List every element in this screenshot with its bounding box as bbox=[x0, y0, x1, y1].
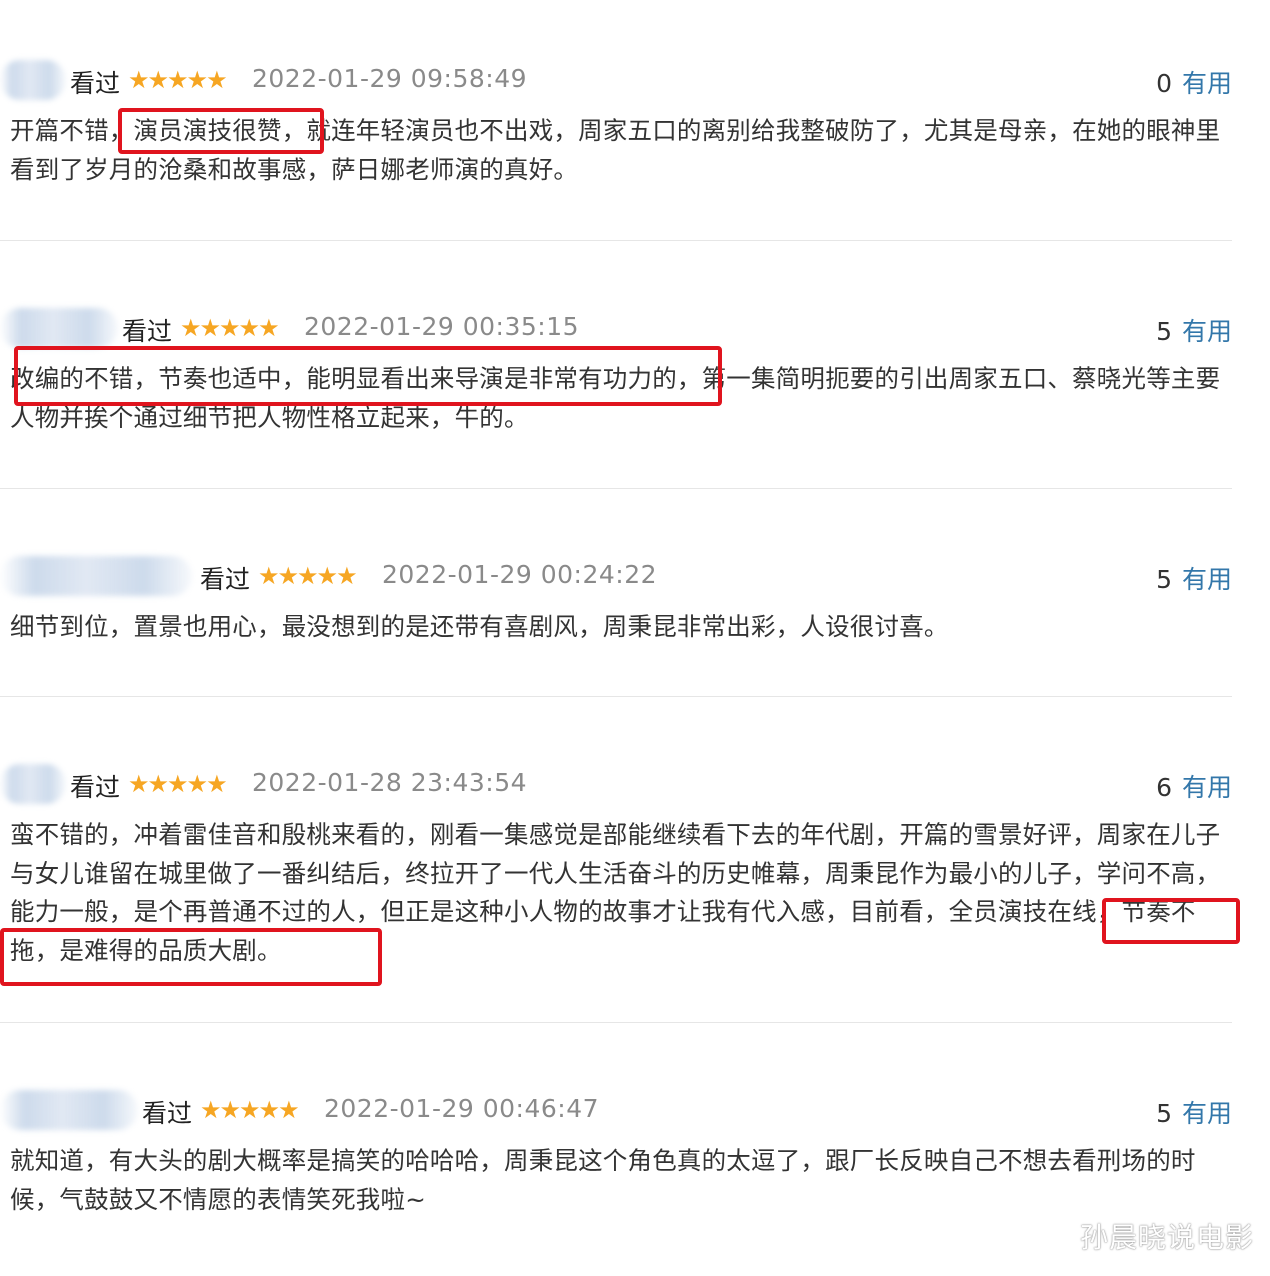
blurred-username bbox=[0, 556, 192, 596]
useful-vote[interactable]: 5 有用 bbox=[1156, 312, 1232, 348]
review-header: 看过 ★★★★★ 2022-01-29 00:35:15 5 有用 bbox=[0, 308, 1232, 348]
rating-stars-icon: ★★★★★ bbox=[258, 562, 358, 590]
useful-vote[interactable]: 6 有用 bbox=[1156, 768, 1232, 804]
review-date: 2022-01-29 00:35:15 bbox=[304, 312, 580, 341]
review-date: 2022-01-29 09:58:49 bbox=[252, 64, 528, 93]
review-text: 细节到位，置景也用心，最没想到的是还带有喜剧风，周秉昆非常出彩，人设很讨喜。 bbox=[10, 612, 949, 641]
review-date: 2022-01-29 00:46:47 bbox=[324, 1094, 600, 1123]
watch-status: 看过 bbox=[70, 69, 121, 98]
blurred-username bbox=[0, 308, 118, 348]
watch-status: 看过 bbox=[122, 317, 173, 346]
rating-stars-icon: ★★★★★ bbox=[128, 66, 228, 94]
divider bbox=[0, 1022, 1232, 1023]
rating-stars-icon: ★★★★★ bbox=[128, 770, 228, 798]
useful-count: 5 bbox=[1156, 1099, 1172, 1128]
highlight-box bbox=[14, 346, 722, 406]
useful-vote[interactable]: 5 有用 bbox=[1156, 1094, 1232, 1130]
useful-count: 0 bbox=[1156, 69, 1172, 98]
review-date: 2022-01-29 00:24:22 bbox=[382, 560, 658, 589]
watch-status: 看过 bbox=[200, 565, 251, 594]
watermark: 孙晨晓说电影 bbox=[1079, 1221, 1254, 1254]
highlight-box bbox=[0, 928, 382, 986]
useful-count: 6 bbox=[1156, 773, 1172, 802]
useful-button[interactable]: 有用 bbox=[1182, 565, 1232, 594]
review-header: 看过 ★★★★★ 2022-01-29 00:46:47 5 有用 bbox=[0, 1090, 1232, 1130]
review-header: 看过 ★★★★★ 2022-01-28 23:43:54 6 有用 bbox=[0, 764, 1232, 804]
divider bbox=[0, 696, 1232, 697]
review-header: 看过 ★★★★★ 2022-01-29 09:58:49 0 有用 bbox=[0, 60, 1232, 100]
useful-button[interactable]: 有用 bbox=[1182, 317, 1232, 346]
review-header: 看过 ★★★★★ 2022-01-29 00:24:22 5 有用 bbox=[0, 556, 1232, 596]
useful-vote[interactable]: 0 有用 bbox=[1156, 64, 1232, 100]
useful-button[interactable]: 有用 bbox=[1182, 773, 1232, 802]
useful-count: 5 bbox=[1156, 565, 1172, 594]
divider bbox=[0, 240, 1232, 241]
review-text: 就知道，有大头的剧大概率是搞笑的哈哈哈，周秉昆这个角色真的太逗了，跟厂长反映自己… bbox=[10, 1146, 1196, 1214]
blurred-username bbox=[0, 1090, 138, 1130]
rating-stars-icon: ★★★★★ bbox=[180, 314, 280, 342]
rating-stars-icon: ★★★★★ bbox=[200, 1096, 300, 1124]
blurred-username bbox=[0, 60, 66, 100]
blurred-username bbox=[0, 764, 66, 804]
highlight-box bbox=[118, 108, 324, 154]
useful-vote[interactable]: 5 有用 bbox=[1156, 560, 1232, 596]
review-date: 2022-01-28 23:43:54 bbox=[252, 768, 528, 797]
useful-button[interactable]: 有用 bbox=[1182, 69, 1232, 98]
watch-status: 看过 bbox=[70, 773, 121, 802]
divider bbox=[0, 488, 1232, 489]
useful-count: 5 bbox=[1156, 317, 1172, 346]
useful-button[interactable]: 有用 bbox=[1182, 1099, 1232, 1128]
watch-status: 看过 bbox=[142, 1099, 193, 1128]
highlight-box bbox=[1102, 898, 1240, 944]
